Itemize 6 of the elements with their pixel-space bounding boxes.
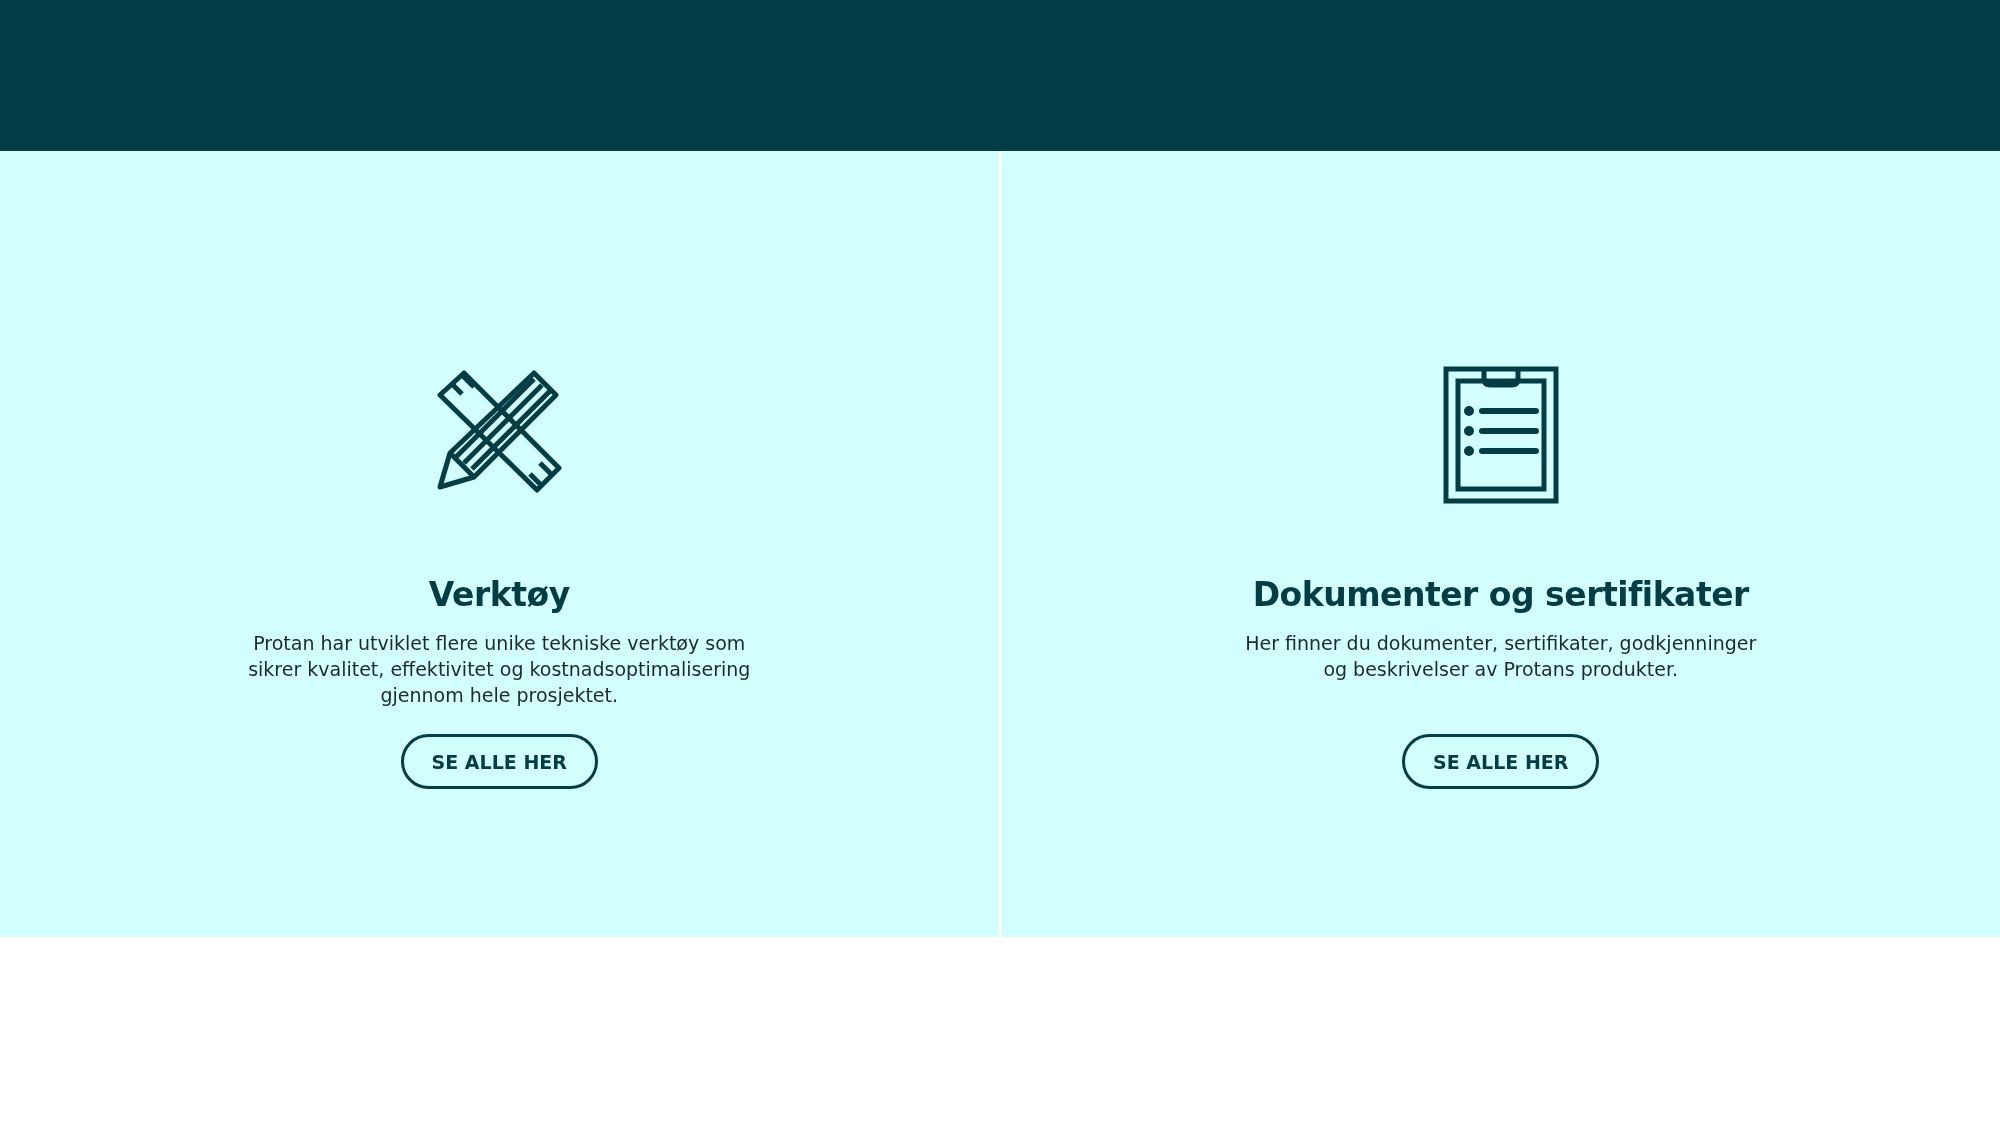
card-description: Her finner du dokumenter, sertifikater, godkjenninger og beskrivelser av Protans produkter.	[1244, 631, 1758, 682]
card-title: Dokumenter og sertifikater	[1252, 575, 1749, 614]
see-all-button[interactable]: SE ALLE HER	[400, 734, 598, 789]
card-title: Verktøy	[428, 575, 570, 614]
see-all-button[interactable]: SE ALLE HER	[1402, 734, 1600, 789]
card-description: Protan har utviklet flere unike tekniske verktøy som sikrer kvalitet, effektivitet og kostnadsoptimalisering gjennom hele prosjektet.	[247, 631, 752, 708]
